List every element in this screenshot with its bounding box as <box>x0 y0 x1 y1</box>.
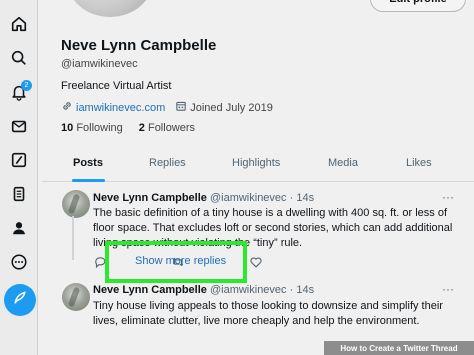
home-icon[interactable] <box>9 14 29 34</box>
post-timestamp[interactable]: · 14s <box>290 284 314 296</box>
post-more-icon[interactable]: ··· <box>442 282 454 296</box>
tab-posts[interactable]: Posts <box>73 157 103 169</box>
tab-media[interactable]: Media <box>328 157 358 169</box>
link-icon <box>61 100 73 115</box>
post-avatar[interactable] <box>62 190 90 218</box>
post-timestamp[interactable]: · 14s <box>290 192 314 204</box>
profile-main: Edit profile Neve Lynn Campbelle @iamwik… <box>42 0 474 355</box>
tab-replies[interactable]: Replies <box>149 157 186 169</box>
like-icon[interactable] <box>249 255 263 269</box>
follow-counts: 10 Following 2 Followers <box>61 122 195 134</box>
profile-joined-date: Joined July 2019 <box>190 101 273 114</box>
active-tab-indicator <box>72 179 105 182</box>
post-author-name[interactable]: Neve Lynn Campbelle <box>93 284 207 296</box>
thread-connector-line <box>72 216 74 260</box>
profile-icon[interactable] <box>9 218 29 238</box>
post-more-icon[interactable]: ··· <box>442 190 454 204</box>
watermark-caption: How to Create a Twitter Thread <box>324 341 474 355</box>
calendar-icon <box>175 100 187 115</box>
post-author-handle[interactable]: @iamwikinevec <box>210 192 287 204</box>
post-author-handle[interactable]: @iamwikinevec <box>210 284 287 296</box>
sidebar-nav: 2 <box>0 0 38 355</box>
tab-likes[interactable]: Likes <box>406 157 432 169</box>
more-icon[interactable] <box>9 252 29 272</box>
post-avatar[interactable] <box>62 283 90 311</box>
edit-profile-button[interactable]: Edit profile <box>370 0 466 12</box>
profile-tabs: Posts Replies Highlights Media Likes <box>42 148 474 182</box>
profile-bio: Freelance Virtual Artist <box>61 80 172 92</box>
lists-icon[interactable] <box>9 184 29 204</box>
profile-website-link[interactable]: iamwikinevec.com <box>76 102 165 114</box>
followers-link[interactable]: 2 Followers <box>139 122 195 134</box>
profile-meta: iamwikinevec.com Joined July 2019 <box>61 100 273 115</box>
post-text: Tiny house living appeals to those looki… <box>93 300 443 327</box>
following-link[interactable]: 10 Following <box>61 122 123 134</box>
post-author-name[interactable]: Neve Lynn Campbelle <box>93 192 207 204</box>
post-header: Neve Lynn Campbelle @iamwikinevec · 14s <box>93 192 314 204</box>
profile-avatar[interactable] <box>64 0 156 20</box>
notification-badge: 2 <box>21 80 32 91</box>
grok-icon[interactable] <box>9 150 29 170</box>
compose-post-button[interactable] <box>4 284 36 316</box>
messages-icon[interactable] <box>9 116 29 136</box>
compose-post-icon <box>12 290 28 311</box>
search-icon[interactable] <box>9 48 29 68</box>
profile-name: Neve Lynn Campbelle <box>61 37 217 54</box>
show-more-replies-link[interactable]: Show more replies <box>135 255 226 267</box>
profile-handle: @iamwikinevec <box>61 58 138 70</box>
tab-highlights[interactable]: Highlights <box>232 157 280 169</box>
post-header: Neve Lynn Campbelle @iamwikinevec · 14s <box>93 284 314 296</box>
